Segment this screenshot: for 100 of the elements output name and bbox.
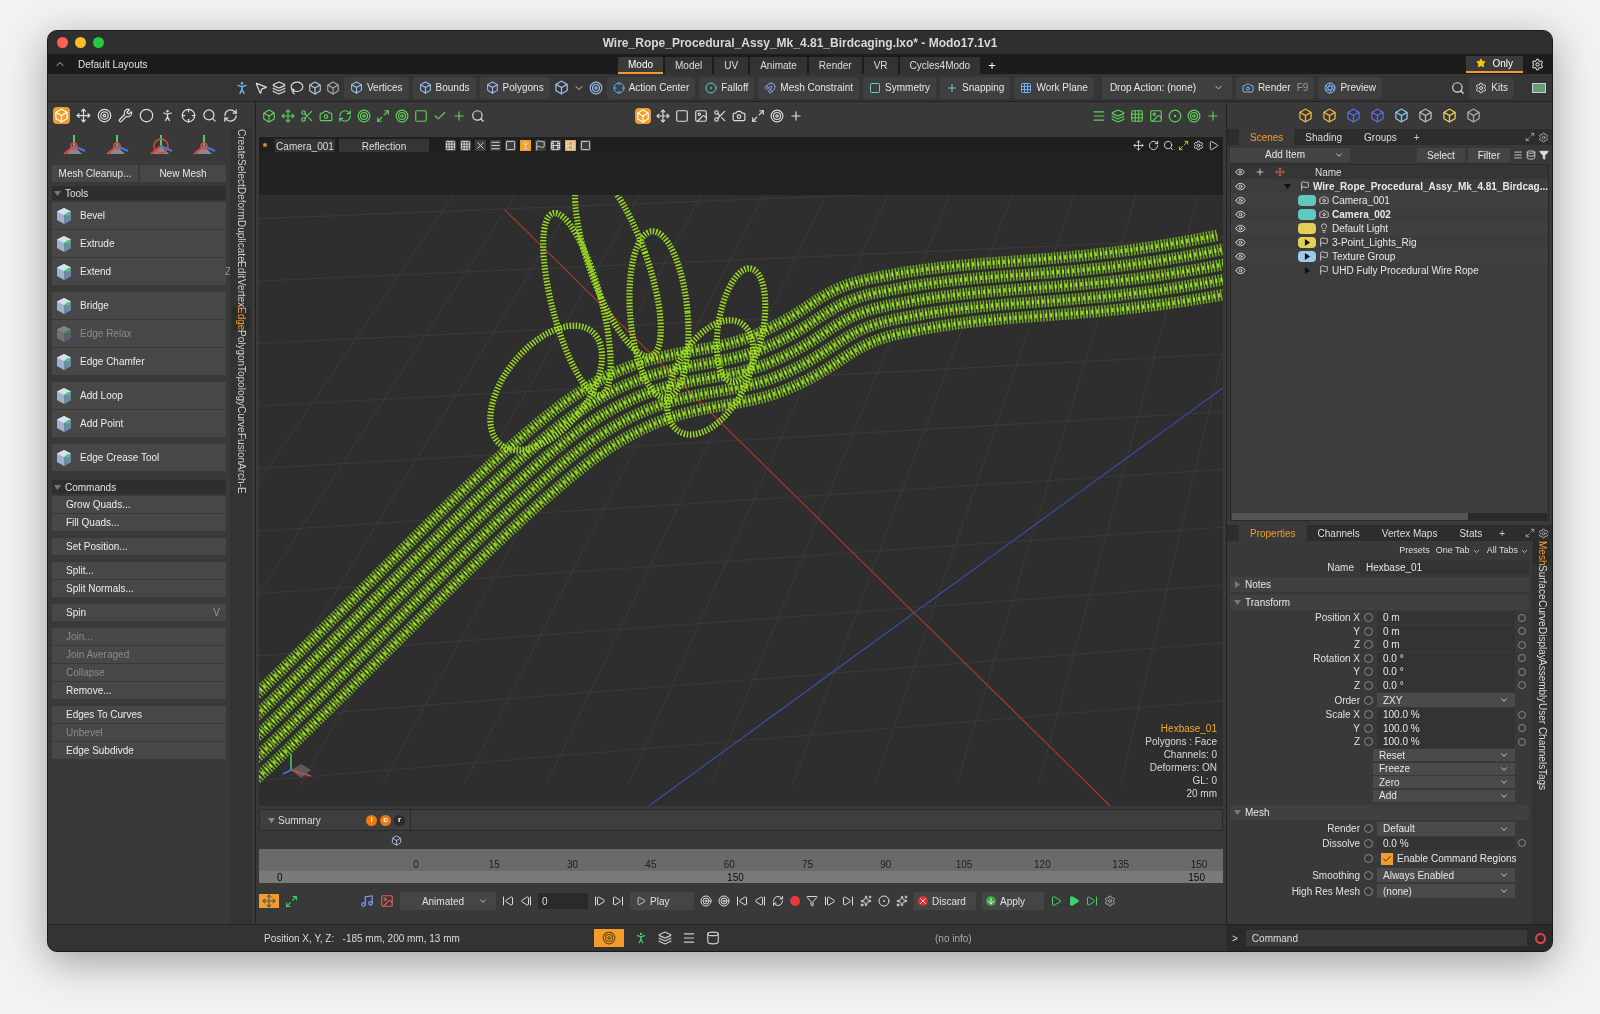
minimize-button[interactable] [75,37,86,48]
play-button[interactable]: Play [630,892,694,910]
panel-tab[interactable]: Groups [1353,129,1408,145]
shading-dropdown[interactable]: Reflection [339,138,429,152]
figure-icon[interactable] [634,931,648,945]
cube-icon[interactable] [308,80,322,95]
visibility-icon[interactable] [1235,222,1246,234]
frame-field[interactable]: 0 [538,893,588,909]
command-button[interactable]: Set Position... [52,538,226,555]
tool-icon[interactable] [262,108,276,123]
selection-mode-button[interactable]: Vertices [344,76,409,99]
scene-item-row[interactable]: Camera_002 [1231,207,1548,221]
scene-item-row[interactable]: 3-Point_Lights_Rig [1231,235,1548,249]
key-tool-icon[interactable] [736,895,748,907]
record-button[interactable] [790,896,800,906]
view-option-icon[interactable] [460,139,471,151]
tool-toggle-button[interactable]: Symmetry [863,76,937,99]
command-button[interactable]: Grow Quads... [52,496,226,513]
layers-icon[interactable] [272,80,286,95]
select-button[interactable]: Select [1416,147,1465,162]
command-button[interactable]: Fill Quads... [52,514,226,531]
side-tab[interactable]: Arch-E [232,463,250,494]
panel-tab[interactable]: Properties [1239,525,1307,541]
panel-tab[interactable]: Shading [1294,129,1354,145]
view-option-icon[interactable] [505,139,516,151]
tool-icon[interactable] [751,108,765,123]
selection-mode-button[interactable]: Bounds [412,76,476,99]
tool-icon[interactable] [770,108,784,123]
command-button[interactable]: Edge Subdivde [52,742,226,759]
kits-button[interactable]: Kits [1469,76,1514,99]
tool-button[interactable]: Add Point [52,410,226,437]
value-field[interactable]: 100.0 % [1377,735,1515,749]
viewport-nav-icon[interactable] [1148,139,1159,151]
visibility-icon[interactable] [1235,236,1246,248]
key-tool-icon[interactable] [896,895,908,907]
tool-toggle-button[interactable]: Work Plane [1014,76,1094,99]
tool-icon[interactable] [694,108,708,123]
view-option-icon[interactable] [520,139,531,151]
tool-icon[interactable] [76,108,91,123]
side-tab[interactable]: Create [232,129,250,159]
tool-toggle-button[interactable]: Falloff [699,76,755,99]
add-tab-button[interactable]: + [1407,129,1426,145]
tool-toggle-button[interactable]: Action Center [606,76,696,99]
side-tab[interactable]: Curve [1533,599,1551,627]
image-icon[interactable] [380,894,394,908]
viewport-nav-icon[interactable] [1193,139,1204,151]
value-dropdown[interactable]: ZXY [1377,693,1515,707]
settings-icon[interactable] [1538,527,1549,539]
side-tab[interactable]: Assembly [1533,659,1551,703]
command-button[interactable]: Spin V [52,604,226,621]
add-tab-button[interactable]: + [982,57,1002,74]
tool-icon[interactable] [732,108,746,123]
side-tab[interactable]: Vertex [232,278,250,307]
range-icon[interactable] [285,894,298,908]
tool-icon[interactable] [118,108,133,123]
settings-icon[interactable] [1531,57,1544,71]
item-type-icon[interactable] [1418,108,1433,123]
add-tab-button[interactable]: + [1493,525,1512,541]
panel-tab[interactable]: Scenes [1239,129,1295,145]
database-icon[interactable] [1526,149,1536,160]
value-field[interactable]: 0 m [1377,611,1515,625]
quick-button[interactable]: Mesh Cleanup... [52,165,138,182]
side-tab[interactable]: Topology [232,366,250,407]
scene-item-row[interactable]: Wire_Rope_Procedural_Assy_Mk_4.81_Birdcag... [1231,179,1548,193]
value-dropdown[interactable]: (none) [1377,884,1515,898]
tool-button[interactable]: Add Loop [52,382,226,409]
layout-tab[interactable]: VR [863,57,898,74]
favorite-layout-button[interactable]: Only [1466,55,1523,73]
panel-tab[interactable]: Stats [1448,525,1494,541]
layout-menu[interactable]: Default Layouts [78,56,618,72]
section-header[interactable]: Tools [52,186,226,200]
tool-icon[interactable] [414,108,428,123]
tool-toggle-button[interactable]: Mesh Constraint [758,76,860,99]
lasso-icon[interactable] [290,80,304,95]
tool-button[interactable]: Edge Crease Tool [52,444,226,471]
tool-icon[interactable] [1149,108,1163,123]
disclosure-triangle-icon[interactable] [1303,238,1311,246]
checkbox[interactable] [1381,852,1393,865]
drop-action-dropdown[interactable]: Drop Action: (none) [1101,76,1232,99]
action-dropdown[interactable]: Add [1373,789,1515,802]
tool-icon[interactable] [713,108,727,123]
value-field[interactable]: 0 m [1377,624,1515,638]
tool-icon[interactable] [300,108,314,123]
discard-button[interactable]: Discard [914,892,976,910]
side-tab[interactable]: Curve [232,406,250,434]
column-header[interactable]: Name [1315,164,1342,180]
key-tool-icon[interactable] [842,895,854,907]
zoom-button[interactable] [93,37,104,48]
side-tab[interactable]: Tags [1533,768,1551,791]
view-option-icon[interactable] [535,139,546,151]
visibility-icon[interactable] [1235,264,1246,276]
tool-toggle-button[interactable]: Snapping [940,76,1011,99]
apply-button[interactable]: Apply [982,892,1044,910]
tool-icon[interactable] [338,108,352,123]
cube-icon[interactable] [553,80,569,95]
value-field[interactable]: 0 m [1377,638,1515,652]
viewport[interactable]: Camera_001 Reflection Hexbase_01 Polygons : Face Channels: 0 Deformers: ON GL: 0 20 mm [259,137,1223,806]
action-dropdown[interactable]: Freeze [1373,762,1515,775]
item-type-icon[interactable] [1394,108,1409,123]
panel-tab[interactable]: Vertex Maps [1370,525,1449,541]
